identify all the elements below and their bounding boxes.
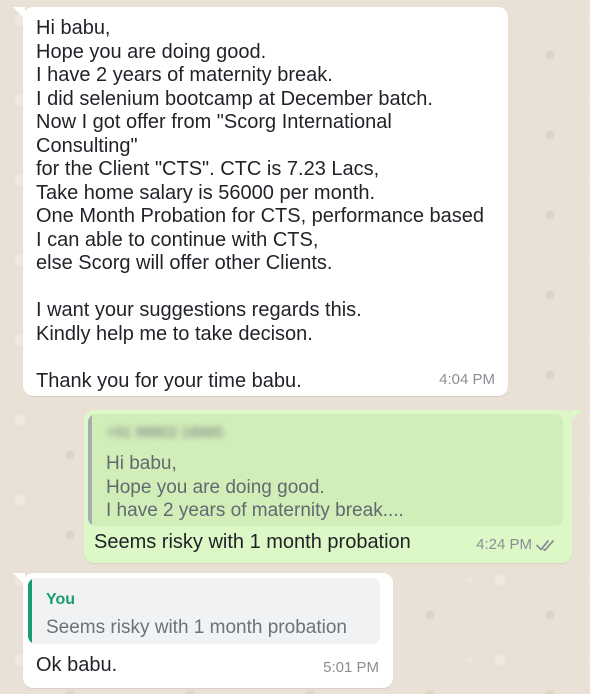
message-text: Hi babu, Hope you are doing good. I have… <box>36 17 485 392</box>
message-time: 5:01 PM <box>323 659 379 676</box>
incoming-message-2[interactable]: You Seems risky with 1 month probation O… <box>13 573 393 688</box>
chat-thread: Hi babu, Hope you are doing good. I have… <box>0 0 590 694</box>
message-text: Ok babu. <box>36 654 118 676</box>
quoted-text: Seems risky with 1 month probation <box>46 617 347 638</box>
incoming-message-1[interactable]: Hi babu, Hope you are doing good. I have… <box>13 7 508 396</box>
quoted-message[interactable]: +91 98802 18985 Hi babu, Hope you are do… <box>88 414 563 526</box>
message-time: 4:04 PM <box>439 371 495 388</box>
double-check-icon <box>536 539 554 551</box>
quote-accent-bar <box>88 414 92 526</box>
message-meta: 4:24 PM <box>476 536 560 553</box>
outgoing-reply-message[interactable]: +91 98802 18985 Hi babu, Hope you are do… <box>84 410 582 563</box>
message-text: Seems risky with 1 month probation <box>94 531 411 553</box>
quote-accent-bar <box>28 578 32 644</box>
message-time: 4:24 PM <box>476 536 532 553</box>
quoted-text: Hi babu, Hope you are doing good. I have… <box>106 453 404 521</box>
quoted-sender-phone: +91 98802 18985 <box>106 424 224 441</box>
quoted-sender: You <box>46 591 76 608</box>
quoted-message[interactable]: You Seems risky with 1 month probation <box>28 578 380 644</box>
